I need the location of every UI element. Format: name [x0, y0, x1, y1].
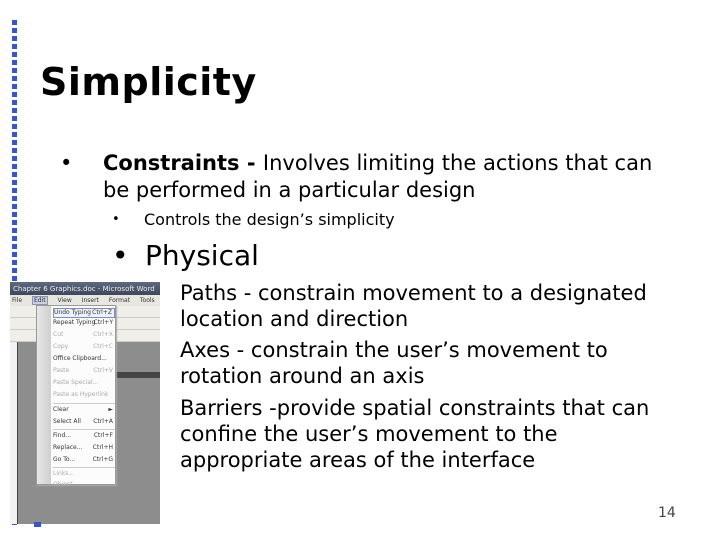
- menu-edit: Edit: [31, 296, 48, 305]
- menu-format: Format: [108, 297, 130, 304]
- menu-item-find: Find... Ctrl+F: [53, 432, 113, 439]
- edit-menu: Undo Typing Ctrl+Z Repeat Typing Ctrl+Y Cu…: [36, 305, 116, 488]
- item-axes: Axes - constrain the user’s movement to …: [180, 338, 608, 388]
- menu-separator: [53, 403, 115, 404]
- menu-icon-strip: [37, 306, 51, 484]
- word-screenshot-image: Chapter 6 Graphics.doc - Microsoft Word …: [10, 282, 160, 524]
- page-number: 14: [658, 505, 676, 521]
- menu-item-paste: Paste Ctrl+V: [53, 367, 113, 374]
- vertical-ruler: [10, 342, 18, 524]
- menu-separator: [53, 467, 115, 468]
- bullet-physical-text: Physical: [145, 239, 259, 272]
- menu-item-goto: Go To... Ctrl+G: [53, 456, 113, 463]
- window-title: Chapter 6 Graphics.doc - Microsoft Word: [10, 282, 160, 295]
- menu-view: View: [57, 297, 72, 304]
- menu-item-copy: Copy Ctrl+C: [53, 343, 113, 350]
- menu-item-cut: Cut Ctrl+X: [53, 331, 113, 338]
- ruler-bar: [110, 372, 160, 378]
- menu-item-paste-special: Paste Special...: [53, 379, 99, 386]
- menu-item-clear: Clear ►: [53, 406, 113, 413]
- bullet-icon: •: [112, 212, 120, 227]
- menu-tools: Tools: [139, 297, 155, 304]
- item-barriers: Barriers -provide spatial constraints th…: [180, 396, 650, 472]
- slide-title: Simplicity: [40, 60, 257, 104]
- bullet-icon: •: [60, 151, 73, 175]
- menu-insert: Insert: [81, 297, 99, 304]
- menu-item-undo: Undo Typing Ctrl+Z: [53, 308, 115, 318]
- menu-separator: [53, 429, 115, 430]
- menu-file: File: [12, 297, 23, 304]
- menu-item-object: Object: [53, 481, 73, 488]
- menu-item-select-all: Select All Ctrl+A: [53, 418, 113, 425]
- sub-bullet-text: Controls the design’s simplicity: [144, 210, 395, 229]
- decorative-marker: [34, 522, 41, 527]
- menu-item-links: Links...: [53, 470, 75, 477]
- item-paths: Paths - constrain movement to a designat…: [180, 281, 647, 331]
- bullet-icon: •: [112, 239, 129, 272]
- menu-item-replace: Replace... Ctrl+H: [53, 444, 113, 451]
- menu-item-paste-hyperlink: Paste as Hyperlink: [53, 391, 109, 398]
- menu-item-repeat: Repeat Typing Ctrl+Y: [53, 319, 113, 326]
- bullet-term: Constraints -: [103, 151, 263, 175]
- menu-item-office-clipboard: Office Clipboard...: [53, 355, 107, 362]
